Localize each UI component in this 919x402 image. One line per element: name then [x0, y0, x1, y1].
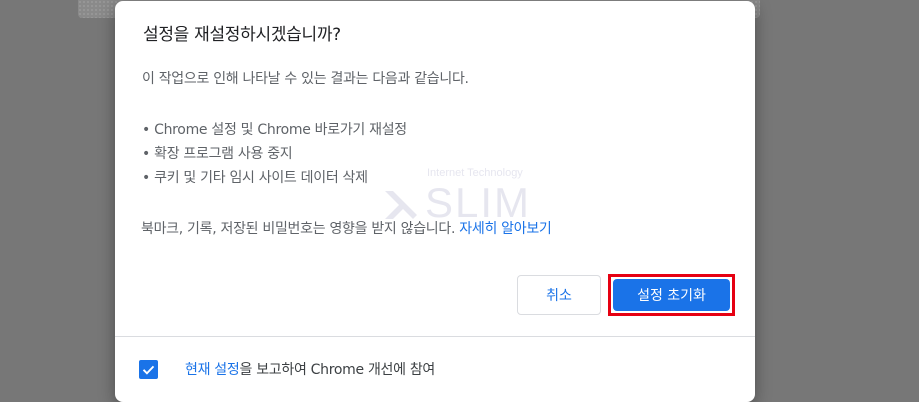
list-item: Chrome 설정 및 Chrome 바로가기 재설정: [142, 118, 407, 142]
checkmark-icon: [142, 365, 155, 375]
note-text: 북마크, 기록, 저장된 비밀번호는 영향을 받지 않습니다.: [141, 221, 456, 237]
consequence-list: Chrome 설정 및 Chrome 바로가기 재설정 확장 프로그램 사용 중…: [142, 118, 407, 190]
list-item: 확장 프로그램 사용 중지: [142, 142, 407, 166]
reset-settings-button[interactable]: 설정 초기화: [613, 279, 730, 311]
footer-text: 을 보고하여 Chrome 개선에 참여: [239, 362, 435, 378]
footer-label: 현재 설정을 보고하여 Chrome 개선에 참여: [185, 359, 435, 379]
watermark-mark-icon: [385, 191, 417, 219]
reset-settings-dialog: 설정을 재설정하시겠습니까? 이 작업으로 인해 나타날 수 있는 결과는 다음…: [115, 1, 755, 402]
report-settings-footer: 현재 설정을 보고하여 Chrome 개선에 참여: [139, 358, 435, 380]
learn-more-link[interactable]: 자세히 알아보기: [459, 221, 552, 237]
cancel-button[interactable]: 취소: [517, 275, 601, 315]
unaffected-note: 북마크, 기록, 저장된 비밀번호는 영향을 받지 않습니다. 자세히 알아보기: [141, 218, 552, 238]
dialog-title: 설정을 재설정하시겠습니까?: [143, 25, 341, 45]
footer-divider: [115, 336, 755, 337]
watermark-subtitle: Internet Technology: [427, 167, 523, 179]
list-item: 쿠키 및 기타 임시 사이트 데이터 삭제: [142, 166, 407, 190]
current-settings-link[interactable]: 현재 설정: [185, 362, 240, 378]
report-checkbox[interactable]: [139, 359, 158, 379]
dialog-description: 이 작업으로 인해 나타날 수 있는 결과는 다음과 같습니다.: [142, 71, 469, 87]
